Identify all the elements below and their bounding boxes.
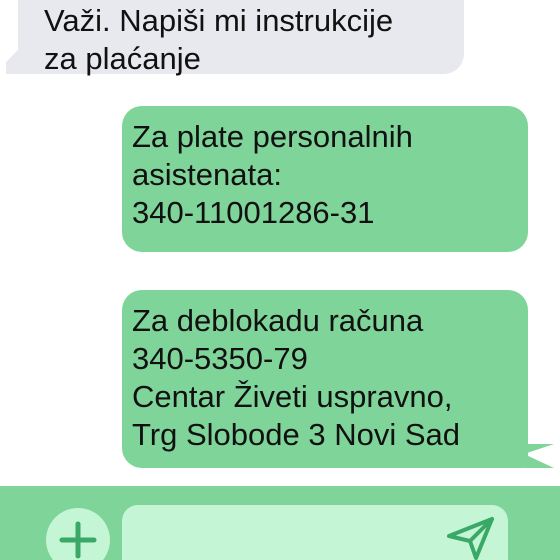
incoming-message-bubble: Važi. Napiši mi instrukcije za plaćanje	[18, 0, 464, 76]
plus-icon	[59, 521, 97, 559]
outgoing-bubble-tail	[524, 444, 554, 468]
send-icon	[447, 517, 494, 560]
send-button[interactable]	[446, 516, 494, 560]
outgoing-message-bubble: Za plate personalnih asistenata: 340-110…	[122, 106, 528, 252]
chat-screen: Važi. Napiši mi instrukcije za plaćanje …	[0, 0, 560, 560]
outgoing-message-bubble: Za deblokadu računa 340-5350-79 Centar Ž…	[122, 290, 528, 468]
